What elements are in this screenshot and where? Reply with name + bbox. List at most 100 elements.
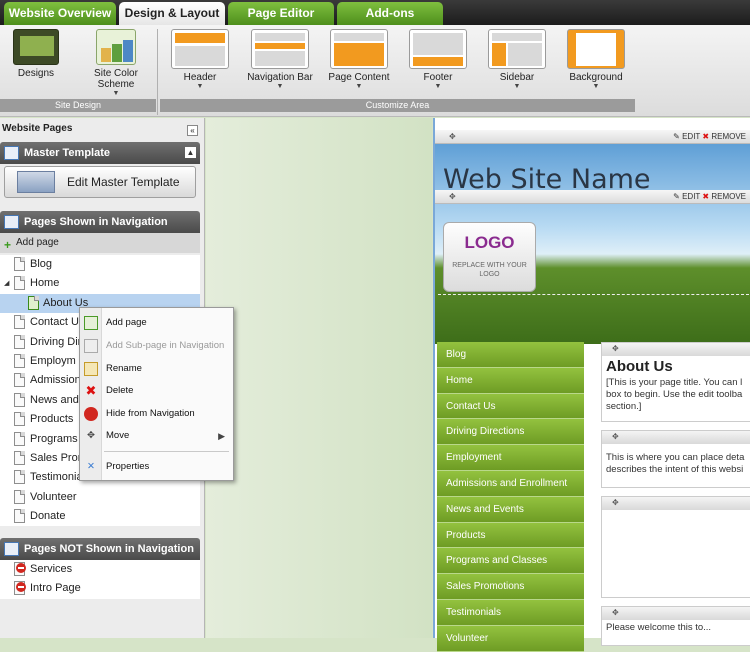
site-nav-item[interactable]: Blog xyxy=(437,342,584,368)
logo-replace-text: REPLACE WITH YOUR LOGO xyxy=(452,262,527,278)
edit-master-template-button[interactable]: Edit Master Template xyxy=(4,166,196,198)
site-nav-item[interactable]: Admissions and Enrollment xyxy=(437,470,584,497)
navigation-bar-button[interactable]: Navigation Bar ▼ xyxy=(240,29,320,90)
plus-icon: + xyxy=(4,238,12,252)
page-icon xyxy=(14,470,25,485)
tab-page-editor[interactable]: Page Editor xyxy=(228,2,334,25)
tree-item-donate[interactable]: Donate xyxy=(0,507,200,526)
menu-item-delete[interactable]: ✖ Delete xyxy=(80,380,233,402)
tree-item-volunteer[interactable]: Volunteer xyxy=(0,488,200,507)
sidebar-layout-icon xyxy=(488,29,546,69)
chevron-down-icon: ▼ xyxy=(434,83,442,90)
tree-item-home[interactable]: ◢ Home xyxy=(0,274,200,293)
header-button[interactable]: Header ▼ xyxy=(160,29,240,90)
canvas-background xyxy=(206,118,432,638)
menu-item-add-page[interactable]: Add page xyxy=(80,312,233,334)
page-body-box[interactable]: ✥ This is where you can place deta descr… xyxy=(601,430,750,488)
move-icon: ✥ xyxy=(87,430,95,441)
menu-item-rename[interactable]: Rename xyxy=(80,358,233,380)
logo-placeholder[interactable]: LOGO REPLACE WITH YOUR LOGO xyxy=(443,222,536,292)
chevron-down-icon: ▼ xyxy=(513,83,521,90)
page-content-button[interactable]: Page Content ▼ xyxy=(319,29,399,90)
page-icon xyxy=(14,392,25,407)
site-nav-item[interactable]: Employment xyxy=(437,445,584,471)
site-nav-item[interactable]: Volunteer xyxy=(437,625,584,652)
collapse-section-icon[interactable]: ▲ xyxy=(185,147,196,158)
page-content-label: Page Content xyxy=(328,72,390,83)
add-page-button[interactable]: + Add page xyxy=(0,233,200,253)
move-handle-icon[interactable]: ✥ xyxy=(449,130,456,144)
tab-website-overview[interactable]: Website Overview xyxy=(4,2,116,25)
tab-design-layout[interactable]: Design & Layout xyxy=(119,2,225,25)
footer-content-box[interactable]: ✥ Please welcome this to... xyxy=(601,606,750,646)
page-title-box[interactable]: ✥ About Us [This is your page title. You… xyxy=(601,342,750,422)
footer-label: Footer xyxy=(423,72,453,83)
site-header-banner[interactable]: Web Site Name ✥ ✎ EDIT ✖ REMOVE LOGO REP… xyxy=(435,144,750,344)
page-icon xyxy=(14,509,25,524)
star-template-icon xyxy=(4,146,19,160)
site-nav-item[interactable]: Home xyxy=(437,367,584,394)
logo-edit-actions[interactable]: ✎ EDIT ✖ REMOVE xyxy=(673,190,746,204)
site-color-scheme-button[interactable]: Site Color Scheme ▼ xyxy=(76,29,156,97)
site-nav-item[interactable]: Programs and Classes xyxy=(437,548,584,575)
move-handle-icon[interactable]: ✥ xyxy=(602,497,750,510)
sidebar-button[interactable]: Sidebar ▼ xyxy=(477,29,557,90)
menu-item-move[interactable]: ✥ Move ▶ xyxy=(80,425,233,447)
move-handle-icon[interactable]: ✥ xyxy=(602,607,750,620)
site-nav-item[interactable]: Testimonials xyxy=(437,599,584,626)
chevron-down-icon: ▼ xyxy=(592,83,600,90)
empty-content-box[interactable]: ✥ xyxy=(601,496,750,598)
properties-tools-icon: ✕ xyxy=(87,461,95,472)
logo-wordmark: LOGO xyxy=(464,233,515,252)
content-intro: [This is your page title. You can l box … xyxy=(606,377,743,412)
edit-template-icon xyxy=(17,171,55,193)
site-design-group-label: Site Design xyxy=(0,99,156,112)
move-handle-icon[interactable]: ✥ xyxy=(449,190,456,204)
chevron-down-icon: ▼ xyxy=(112,90,120,97)
tree-item-intro-page[interactable]: Intro Page xyxy=(0,579,200,598)
menu-item-hide-from-navigation[interactable]: Hide from Navigation xyxy=(80,403,233,425)
ribbon-divider xyxy=(157,29,158,115)
master-template-heading: Master Template xyxy=(24,147,110,159)
navigation-bar-layout-icon xyxy=(251,29,309,69)
rename-pencil-icon xyxy=(84,362,98,376)
move-handle-icon[interactable]: ✥ xyxy=(602,343,750,356)
chevron-down-icon: ▼ xyxy=(355,83,363,90)
header-edit-actions[interactable]: ✎ EDIT ✖ REMOVE xyxy=(673,130,746,144)
tree-item-services[interactable]: Services xyxy=(0,560,200,579)
content-footer: Please welcome this to... xyxy=(606,622,712,633)
site-nav-item[interactable]: News and Events xyxy=(437,496,584,523)
site-nav-item[interactable]: Sales Promotions xyxy=(437,574,584,600)
page-icon xyxy=(14,276,25,291)
move-handle-icon[interactable]: ✥ xyxy=(602,431,750,444)
background-layout-icon xyxy=(567,29,625,69)
page-icon xyxy=(14,412,25,427)
page-icon xyxy=(14,373,25,388)
pages-not-shown-header: Pages NOT Shown in Navigation xyxy=(0,538,200,560)
page-icon xyxy=(14,315,25,330)
footer-button[interactable]: Footer ▼ xyxy=(398,29,478,90)
menu-item-properties[interactable]: ✕ Properties xyxy=(80,456,233,478)
customize-area-group-label: Customize Area xyxy=(160,99,635,112)
list-pages-icon xyxy=(4,215,19,229)
page-icon xyxy=(14,431,25,446)
chevron-down-icon: ▼ xyxy=(276,83,284,90)
content-title: About Us xyxy=(606,358,673,375)
background-button[interactable]: Background ▼ xyxy=(556,29,636,90)
expand-arrow-icon[interactable]: ◢ xyxy=(4,274,9,293)
page-icon xyxy=(28,295,39,310)
tree-item-blog[interactable]: Blog xyxy=(0,255,200,274)
header-dashed-guide xyxy=(438,294,749,295)
add-subpage-icon xyxy=(84,339,98,353)
chevron-down-icon: ▼ xyxy=(196,83,204,90)
hidden-no-entry-icon xyxy=(16,563,26,573)
collapse-panel-icon[interactable]: « xyxy=(187,125,198,136)
page-context-menu: Add page Add Sub-page in Navigation Rena… xyxy=(79,307,234,481)
site-nav-item[interactable]: Contact Us xyxy=(437,393,584,420)
site-nav-item[interactable]: Driving Directions xyxy=(437,419,584,446)
tab-add-ons[interactable]: Add-ons xyxy=(337,2,443,25)
header-edit-bar: ✥ ✎ EDIT ✖ REMOVE xyxy=(435,130,750,144)
top-tab-bar: Website Overview Design & Layout Page Ed… xyxy=(0,0,750,25)
site-nav-item[interactable]: Products xyxy=(437,522,584,549)
designs-button[interactable]: Designs xyxy=(0,29,76,79)
